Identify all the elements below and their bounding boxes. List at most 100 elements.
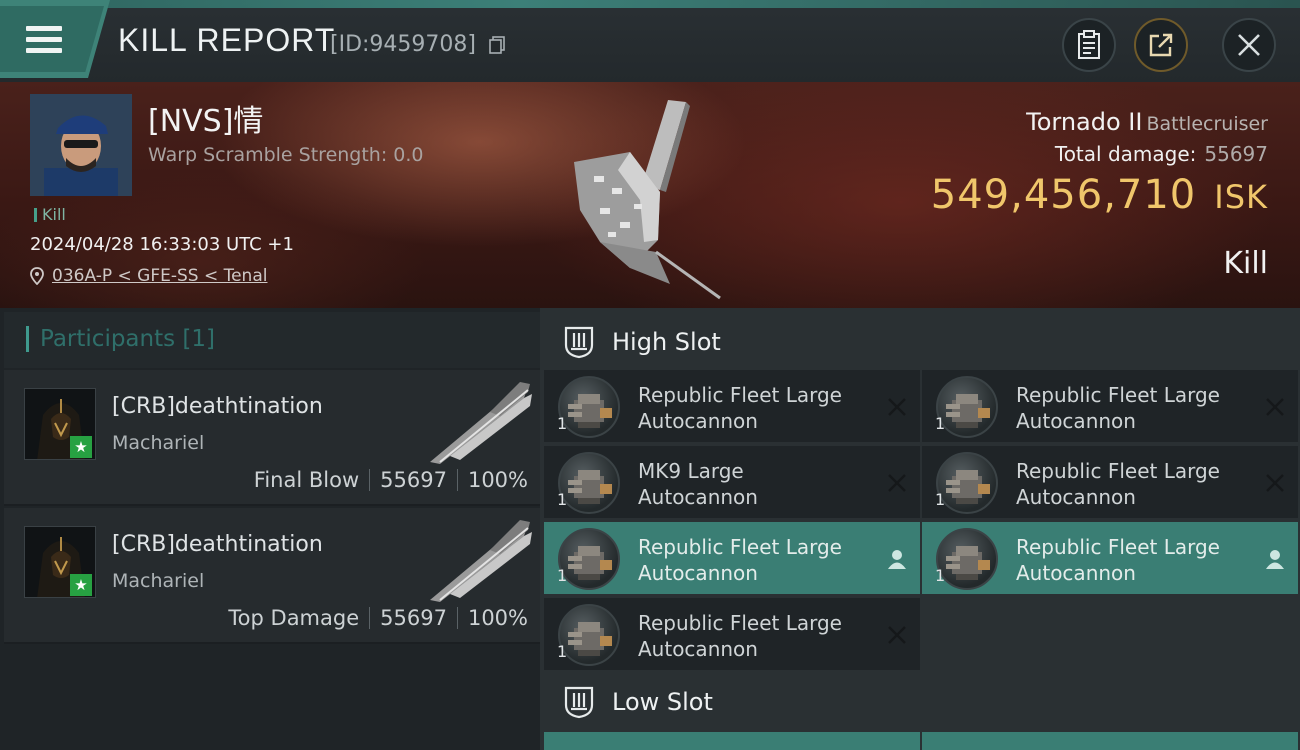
destroyed-x-icon	[888, 626, 906, 644]
participant-damage: 55697	[380, 468, 447, 492]
module-name-line1: MK9 Large	[638, 459, 744, 483]
autocannon-icon	[558, 452, 620, 514]
share-button[interactable]	[1134, 18, 1188, 72]
module-name: MK9 Large Autocannon	[638, 458, 868, 510]
high-slot-title: High Slot	[612, 328, 721, 356]
participant-name[interactable]: [CRB]deathtination	[112, 394, 323, 419]
participants-title: Participants [1]	[40, 326, 215, 352]
participants-accent-bar	[26, 326, 29, 352]
module-name-line2: Autocannon	[638, 409, 758, 433]
close-icon	[1238, 34, 1260, 56]
module-quantity: 1	[557, 566, 568, 585]
module-name: Republic Fleet Large Autocannon	[638, 534, 868, 586]
kill-tag: Kill	[34, 205, 66, 224]
participants-title-label: Participants	[40, 326, 176, 352]
participant-role: Top Damage	[228, 606, 360, 630]
module-name-line2: Autocannon	[638, 485, 758, 509]
low-slot-item-partial[interactable]	[544, 732, 920, 750]
copy-icon[interactable]	[489, 36, 505, 54]
participant-row[interactable]: ★ [CRB]deathtination Machariel Top Damag…	[4, 508, 540, 644]
module-item[interactable]: 1 Republic Fleet Large Autocannon	[544, 522, 920, 596]
divider	[369, 607, 371, 629]
divider	[456, 607, 458, 629]
menu-icon[interactable]	[26, 26, 62, 54]
pilot-portrait	[30, 94, 132, 196]
clipboard-button[interactable]	[1062, 18, 1116, 72]
location-pin-icon	[30, 267, 44, 285]
module-name-line1: Republic Fleet Large	[638, 611, 842, 635]
page-title: KILL REPORT	[118, 22, 336, 58]
module-name-line1: Republic Fleet Large	[1016, 535, 1220, 559]
person-icon	[888, 550, 906, 569]
module-item[interactable]: 1 Republic Fleet Large Autocannon	[544, 370, 920, 444]
report-id: [ID:9459708]	[330, 32, 476, 57]
module-name-line2: Autocannon	[1016, 561, 1136, 585]
isk-amount: 549,456,710	[930, 172, 1197, 218]
high-slot-icon	[564, 326, 594, 359]
divider	[456, 469, 458, 491]
kill-datetime: 2024/04/28 16:33:03 UTC +1	[30, 234, 294, 255]
module-quantity: 1	[557, 642, 568, 661]
isk-unit: ISK	[1214, 178, 1268, 216]
victim-pilot-name[interactable]: [NVS]情	[148, 96, 263, 140]
kill-result: Kill	[1223, 246, 1268, 281]
module-name-line1: Republic Fleet Large	[638, 535, 842, 559]
module-quantity: 1	[935, 490, 946, 509]
module-quantity: 1	[935, 566, 946, 585]
warp-scramble-strength: Warp Scramble Strength: 0.0	[148, 144, 424, 166]
module-name-line1: Republic Fleet Large	[638, 383, 842, 407]
module-name: Republic Fleet Large Autocannon	[1016, 458, 1246, 510]
module-quantity: 1	[557, 490, 568, 509]
destroyed-x-icon	[888, 474, 906, 492]
high-slot-header: High Slot	[544, 312, 1300, 372]
destroyed-x-icon	[888, 398, 906, 416]
share-icon	[1149, 33, 1173, 57]
module-name-line1: Republic Fleet Large	[1016, 383, 1220, 407]
module-item[interactable]: 1 Republic Fleet Large Autocannon	[544, 598, 920, 672]
ship-type[interactable]: Tornado II	[1026, 108, 1142, 136]
autocannon-icon	[936, 376, 998, 438]
destroyed-x-icon	[1266, 474, 1284, 492]
autocannon-icon	[936, 452, 998, 514]
module-item[interactable]: 1 Republic Fleet Large Autocannon	[922, 370, 1298, 444]
low-slot-item-partial[interactable]	[922, 732, 1298, 750]
low-slot-icon	[564, 686, 594, 719]
module-name: Republic Fleet Large Autocannon	[638, 382, 868, 434]
star-badge-icon: ★	[70, 436, 92, 458]
module-name: Republic Fleet Large Autocannon	[638, 610, 868, 662]
module-name-line2: Autocannon	[638, 561, 758, 585]
participant-percent: 100%	[467, 468, 528, 492]
participant-percent: 100%	[467, 606, 528, 630]
module-quantity: 1	[557, 414, 568, 433]
module-quantity: 1	[935, 414, 946, 433]
star-badge-icon: ★	[70, 574, 92, 596]
participant-stats: Final Blow 55697 100%	[254, 468, 528, 492]
participant-ship[interactable]: Machariel	[112, 432, 204, 454]
clipboard-icon	[1078, 30, 1100, 59]
module-name-line2: Autocannon	[638, 637, 758, 661]
module-item[interactable]: 1 Republic Fleet Large Autocannon	[922, 522, 1298, 596]
participant-row[interactable]: ★ [CRB]deathtination Machariel Final Blo…	[4, 370, 540, 506]
autocannon-icon	[936, 528, 998, 590]
victim-avatar[interactable]	[30, 94, 132, 196]
close-button[interactable]	[1222, 18, 1276, 72]
autocannon-icon	[558, 376, 620, 438]
ship-class: Battlecruiser	[1146, 113, 1268, 135]
victim-ship-image	[574, 100, 721, 300]
person-icon	[1266, 550, 1284, 569]
location-link[interactable]: 036A-P < GFE-SS < Tenal	[52, 266, 267, 286]
low-slot-header: Low Slot	[544, 672, 1300, 732]
module-name-line1: Republic Fleet Large	[1016, 459, 1220, 483]
destroyed-x-icon	[1266, 398, 1284, 416]
participant-name[interactable]: [CRB]deathtination	[112, 532, 323, 557]
kill-location: 036A-P < GFE-SS < Tenal	[30, 266, 267, 286]
module-name-line2: Autocannon	[1016, 409, 1136, 433]
module-item[interactable]: 1 MK9 Large Autocannon	[544, 446, 920, 520]
total-damage-label: Total damage:	[1054, 142, 1197, 166]
participant-damage: 55697	[380, 606, 447, 630]
total-damage-value: 55697	[1204, 142, 1268, 166]
isk-value: 549,456,710 ISK	[931, 172, 1268, 218]
autocannon-icon	[558, 604, 620, 666]
participant-ship[interactable]: Machariel	[112, 570, 204, 592]
module-item[interactable]: 1 Republic Fleet Large Autocannon	[922, 446, 1298, 520]
